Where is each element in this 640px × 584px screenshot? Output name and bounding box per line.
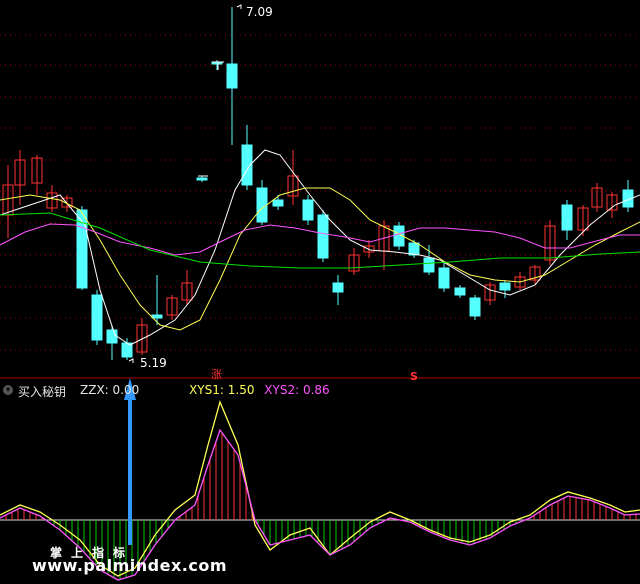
candle-body xyxy=(469,297,481,317)
collapse-icon[interactable]: ▾ xyxy=(3,385,13,395)
candle-body xyxy=(272,199,284,207)
candle-body xyxy=(302,199,314,221)
high-label: 7.09 xyxy=(246,5,273,19)
candle-body xyxy=(91,294,103,341)
xys2-value: XYS2: 0.86 xyxy=(264,383,330,397)
stock-chart-window: 7.09 5.19 涨 S ▾ 买入秘钥 ZZX: 0.00 XYS1: 1.50 X… xyxy=(0,0,640,584)
signal-s-label: S xyxy=(410,370,418,383)
indicator-name[interactable]: 买入秘钥 xyxy=(18,383,66,400)
candle-body xyxy=(499,282,511,291)
candle-body xyxy=(317,214,329,259)
candle-body xyxy=(332,282,344,293)
candle-body xyxy=(561,204,573,231)
zzx-value: ZZX: 0.00 xyxy=(80,383,140,397)
low-marker xyxy=(128,358,134,363)
candle-body xyxy=(106,329,118,344)
candle-body xyxy=(423,257,435,273)
high-marker xyxy=(236,4,242,9)
xys1-value: XYS1: 1.50 xyxy=(189,383,255,397)
candle-body xyxy=(196,177,208,181)
candle-body xyxy=(256,187,268,223)
indicator-values: ZZX: 0.00 XYS1: 1.50 XYS2: 0.86 xyxy=(80,383,336,397)
low-label: 5.19 xyxy=(140,356,167,370)
watermark-url: www.palmindex.com xyxy=(32,556,228,575)
candle-body xyxy=(226,63,238,89)
signal-up-label: 涨 xyxy=(211,368,222,381)
candle-body xyxy=(408,242,420,256)
candle-body xyxy=(438,267,450,289)
candle-body xyxy=(454,287,466,296)
candle-body xyxy=(151,314,163,319)
candlestick-chart[interactable]: 7.09 5.19 涨 S xyxy=(0,0,640,584)
